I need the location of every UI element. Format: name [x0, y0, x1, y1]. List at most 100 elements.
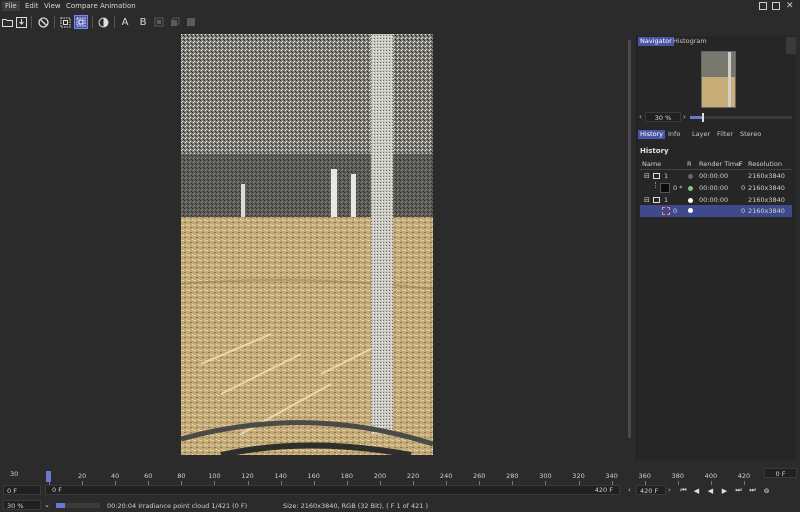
timeline-tick-label: 140: [274, 472, 287, 480]
lock-icon[interactable]: [152, 15, 166, 29]
compare-b-icon[interactable]: B: [136, 15, 150, 29]
range-end-label: 420 F: [594, 486, 613, 494]
prev-frame-icon[interactable]: ◀: [692, 486, 701, 495]
timeline-tick-label: 180: [340, 472, 354, 480]
render-progress-text: 00:20:04 Irradiance point cloud 1/421 (0…: [107, 502, 248, 510]
copy-icon[interactable]: [184, 15, 198, 29]
zoom-dropdown-icon[interactable]: ⌄: [44, 501, 50, 509]
current-frame-right[interactable]: 0 F: [764, 468, 797, 478]
status-dot-icon: [688, 174, 693, 179]
timeline-tick: [710, 481, 712, 485]
next-frame-icon[interactable]: ⏭: [734, 486, 743, 495]
last-frame-icon[interactable]: ⏭: [748, 486, 757, 495]
timeline-tick: [677, 481, 679, 485]
compare-b-label: B: [139, 16, 147, 28]
zoom-slider[interactable]: [690, 113, 792, 122]
timeline-tick-label: 120: [241, 472, 254, 480]
status-zoom-field[interactable]: 30 %: [3, 500, 41, 510]
open-folder-icon[interactable]: [0, 15, 14, 29]
timeline-fps: 30: [10, 470, 19, 478]
range-start-label: 0 F: [52, 486, 62, 494]
navigator-zoom-field[interactable]: 30 %: [645, 112, 681, 122]
thumbnail-icon: [660, 183, 670, 193]
folder-icon: [653, 173, 660, 179]
tab-stereo[interactable]: Stereo: [738, 130, 763, 139]
timeline-tick-label: 260: [473, 472, 486, 480]
play-icon[interactable]: ▶: [720, 486, 729, 495]
timeline-tick-label: 60: [144, 472, 153, 480]
first-frame-icon[interactable]: ⏮: [679, 486, 688, 495]
collapse-icon[interactable]: ⊟: [644, 170, 650, 182]
render-region-icon: [662, 207, 670, 215]
timeline-tick-label: 100: [208, 472, 221, 480]
zoom-decrease-icon[interactable]: ‹: [639, 113, 642, 121]
start-frame-field[interactable]: 0 F: [3, 485, 41, 495]
zoom-increase-icon[interactable]: ›: [683, 113, 686, 121]
compare-split-icon[interactable]: [96, 15, 110, 29]
record-icon[interactable]: ⊚: [762, 486, 771, 495]
frame-range-bar[interactable]: 0 F 420 F: [45, 485, 620, 495]
col-resolution[interactable]: Resolution: [748, 160, 782, 168]
col-f[interactable]: F: [739, 160, 743, 168]
timeline-tick-label: 200: [373, 472, 387, 480]
history-row-selected[interactable]: 0 0 2160x3840: [640, 205, 792, 217]
menu-bar: File Edit View Compare Animation ✕: [0, 0, 800, 11]
menu-view[interactable]: View: [41, 1, 64, 11]
panel-splitter[interactable]: [628, 40, 631, 438]
history-f: 0: [741, 207, 746, 215]
history-time: 00:00:00: [699, 172, 729, 180]
timeline-tick-label: 320: [572, 472, 585, 480]
history-name: 0 *: [673, 184, 683, 192]
tab-filter[interactable]: Filter: [715, 130, 735, 139]
range-prev-icon[interactable]: ‹: [628, 486, 631, 494]
region-render-icon[interactable]: [58, 15, 72, 29]
focus-pick-icon[interactable]: [74, 15, 88, 29]
tab-info[interactable]: Info: [666, 130, 682, 139]
dock-panel-icon[interactable]: [759, 2, 767, 10]
render-image[interactable]: [181, 34, 433, 455]
save-icon[interactable]: [14, 15, 28, 29]
restore-icon[interactable]: [168, 15, 182, 29]
panel-settings-icon[interactable]: [786, 37, 796, 54]
history-name: 1: [664, 172, 669, 180]
close-icon[interactable]: ✕: [786, 1, 794, 11]
zoom-slider-handle[interactable]: [702, 113, 704, 122]
tab-history[interactable]: History: [638, 130, 666, 139]
history-row[interactable]: 0 * 00:00:00 0 2160x3840: [640, 182, 792, 194]
tab-layer[interactable]: Layer: [690, 130, 712, 139]
timeline-tick-label: 280: [506, 472, 519, 480]
timeline-tick-label: 400: [704, 472, 718, 480]
timeline-tick-label: 80: [177, 472, 186, 480]
status-dot-icon: [688, 208, 693, 213]
navigator-thumbnail[interactable]: [701, 51, 736, 108]
col-render-time[interactable]: Render Time: [699, 160, 740, 168]
history-res: 2160x3840: [748, 207, 785, 215]
compare-a-icon[interactable]: A: [118, 15, 132, 29]
tab-histogram[interactable]: Histogram: [671, 37, 709, 46]
tab-navigator[interactable]: Navigator: [638, 37, 674, 46]
toolbar: A B: [0, 12, 800, 33]
col-r[interactable]: R: [687, 160, 692, 168]
popout-icon[interactable]: [772, 2, 780, 10]
timeline-ruler[interactable]: 0204060801001201401601802002202402602803…: [45, 466, 750, 485]
menu-file[interactable]: File: [2, 1, 20, 11]
timeline-tick-label: 360: [638, 472, 651, 480]
timeline-playhead[interactable]: [46, 471, 51, 482]
range-next-icon[interactable]: ›: [668, 486, 671, 494]
timeline-tick-label: 220: [406, 472, 420, 480]
history-res: 2160x3840: [748, 172, 785, 180]
menu-edit[interactable]: Edit: [22, 1, 42, 11]
side-panel: Navigator Histogram ‹ 30 % › History Inf…: [636, 36, 796, 460]
timeline-tick-label: 300: [539, 472, 552, 480]
compare-a-label: A: [121, 16, 129, 28]
menu-animation[interactable]: Animation: [97, 1, 139, 11]
clear-icon[interactable]: [36, 15, 50, 29]
render-progress-bar: [56, 503, 100, 508]
menu-compare[interactable]: Compare: [63, 1, 101, 11]
end-frame-field[interactable]: 420 F: [636, 485, 666, 495]
history-row[interactable]: ⊟ 1 00:00:00 2160x3840: [640, 170, 792, 182]
play-reverse-icon[interactable]: ◀: [706, 486, 715, 495]
col-name[interactable]: Name: [642, 160, 661, 168]
timeline-tick-label: 40: [111, 472, 120, 480]
history-title: History: [640, 147, 669, 155]
